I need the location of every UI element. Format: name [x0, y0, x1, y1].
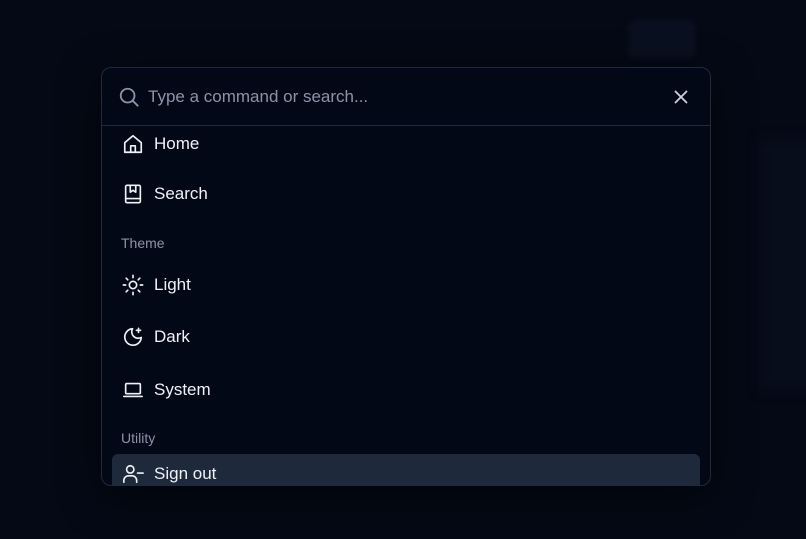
group-heading-theme: Theme — [121, 235, 165, 251]
laptop-icon — [122, 379, 144, 401]
command-item-label: Light — [154, 275, 191, 294]
command-palette: Home Search Theme — [101, 67, 711, 486]
command-item-search[interactable]: Search — [112, 174, 700, 214]
command-item-label: Sign out — [154, 464, 217, 483]
command-item-label: Dark — [154, 327, 190, 346]
book-bookmark-icon — [122, 183, 144, 205]
command-item-dark[interactable]: Dark — [112, 317, 700, 357]
moon-icon — [122, 326, 144, 348]
command-item-label: Search — [154, 184, 208, 203]
background-button — [628, 20, 696, 58]
command-item-label: System — [154, 380, 211, 399]
command-item-light[interactable]: Light — [112, 265, 700, 305]
command-item-system[interactable]: System — [112, 370, 700, 410]
group-heading-utility: Utility — [121, 430, 156, 446]
sun-icon — [122, 274, 144, 296]
command-list: Home Search Theme Light Dark System Util… — [102, 126, 710, 485]
command-item-label: Home — [154, 134, 200, 153]
close-button[interactable] — [670, 86, 692, 108]
close-icon — [674, 90, 688, 104]
home-icon — [122, 133, 144, 155]
background-panel — [760, 140, 806, 390]
search-icon — [118, 86, 140, 108]
user-minus-icon — [122, 463, 144, 485]
command-item-sign-out[interactable]: Sign out — [112, 454, 700, 485]
command-item-home[interactable]: Home — [112, 126, 700, 164]
search-row — [102, 68, 710, 126]
command-search-input[interactable] — [148, 82, 648, 112]
